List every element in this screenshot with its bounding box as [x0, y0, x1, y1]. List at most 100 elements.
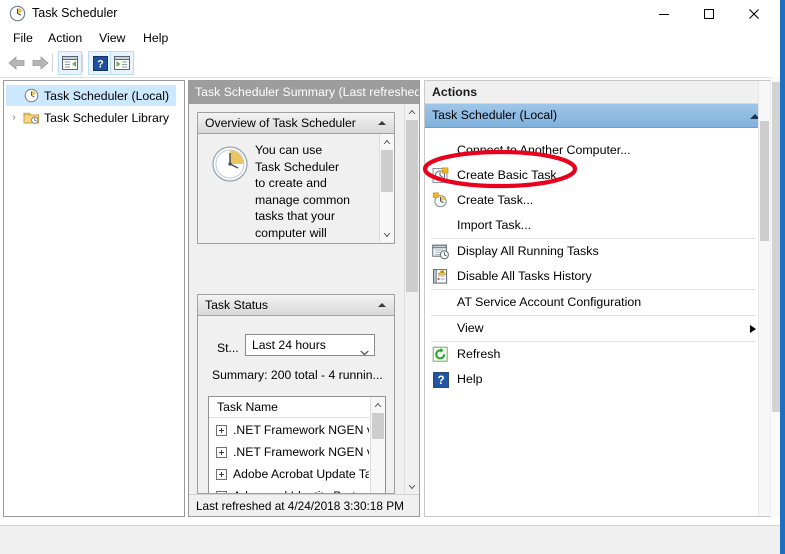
back-button[interactable]	[5, 51, 29, 75]
svg-text:?: ?	[97, 58, 104, 70]
action-refresh[interactable]: Refresh	[425, 342, 770, 367]
task-list-scrollbar[interactable]	[370, 397, 385, 493]
collapse-arrow-icon[interactable]	[378, 303, 386, 307]
overview-scrollbar[interactable]	[379, 134, 394, 242]
task-name-list[interactable]: Task Name .NET Framework NGEN v4 .NET Fr…	[208, 396, 386, 493]
action-label: Create Basic Task...	[457, 168, 567, 182]
scroll-up-icon[interactable]	[371, 397, 385, 412]
expand-plus-icon[interactable]	[216, 446, 227, 458]
action-label: Help	[457, 372, 483, 386]
action-import-task[interactable]: Import Task...	[425, 213, 770, 238]
menu-action[interactable]: Action	[41, 28, 89, 49]
scrollbar-thumb[interactable]	[406, 120, 418, 292]
action-create-task[interactable]: Create Task...	[425, 188, 770, 213]
action-view[interactable]: View	[425, 316, 770, 341]
task-status-group-header[interactable]: Task Status	[197, 294, 395, 316]
show-hide-console-tree-icon	[62, 56, 78, 70]
action-label: View	[457, 321, 484, 335]
scrollbar-thumb[interactable]	[372, 413, 384, 439]
menu-bar: File Action View Help	[0, 28, 780, 49]
minimize-icon	[658, 14, 669, 15]
actions-pane: Actions Task Scheduler (Local) Connect t…	[424, 80, 771, 517]
expand-plus-icon[interactable]	[216, 468, 227, 480]
task-status-group-title: Task Status	[205, 298, 268, 312]
action-help[interactable]: ? Help	[425, 367, 770, 392]
svg-text:?: ?	[437, 375, 444, 387]
task-name: .NET Framework NGEN v4	[233, 423, 369, 437]
clock-icon	[9, 5, 26, 22]
overview-group-header[interactable]: Overview of Task Scheduler	[197, 112, 395, 134]
sidebar-item-label: Task Scheduler Library	[44, 110, 170, 125]
toolbar-separator-2	[82, 54, 83, 72]
action-at-service-account-configuration[interactable]: AT Service Account Configuration	[425, 290, 770, 315]
forward-arrow-icon	[32, 56, 49, 70]
show-hide-action-pane-button[interactable]	[110, 51, 134, 75]
close-icon	[748, 9, 759, 19]
window-title: Task Scheduler	[32, 6, 118, 20]
last-refreshed-status: Last refreshed at 4/24/2018 3:30:18 PM	[189, 494, 419, 516]
display-running-tasks-icon	[432, 243, 449, 260]
scroll-down-icon[interactable]	[380, 227, 394, 242]
menu-help[interactable]: Help	[136, 28, 175, 49]
help-icon: ?	[432, 371, 449, 388]
summary-scrollbar[interactable]	[404, 104, 419, 494]
table-row[interactable]: .NET Framework NGEN v4	[209, 442, 369, 462]
table-row[interactable]: .NET Framework NGEN v4	[209, 420, 369, 440]
task-status-group-body: St... Last 24 hours Summary: 200 total -…	[197, 316, 395, 494]
maximize-button[interactable]	[686, 0, 731, 28]
summary-pane-body: Overview of Task Scheduler You can use T…	[189, 104, 419, 494]
scrollbar-thumb[interactable]	[760, 121, 769, 241]
sidebar-item-task-scheduler-local[interactable]: Task Scheduler (Local)	[6, 85, 176, 106]
console-tree-pane: Task Scheduler (Local) › Task Scheduler …	[3, 80, 185, 517]
sidebar-item-label: Task Scheduler (Local)	[44, 88, 170, 103]
sidebar-item-task-scheduler-library[interactable]: › Task Scheduler Library	[6, 107, 169, 128]
chevron-down-icon[interactable]	[360, 342, 369, 355]
summary-pane-header: Task Scheduler Summary (Last refreshed: …	[189, 81, 419, 104]
create-basic-task-icon	[432, 167, 449, 184]
table-row[interactable]: Adobe Acrobat Update Ta	[209, 464, 369, 484]
forward-button[interactable]	[28, 51, 52, 75]
action-label: Create Task...	[457, 193, 534, 207]
window-scrollbar[interactable]	[770, 77, 780, 517]
window-border-right	[780, 0, 785, 554]
help-button[interactable]: ?	[88, 51, 112, 75]
disable-tasks-history-icon	[432, 268, 449, 285]
actions-pane-title: Actions	[425, 81, 770, 104]
create-task-icon	[432, 192, 449, 209]
status-period-select[interactable]: Last 24 hours	[245, 334, 375, 356]
scroll-down-icon[interactable]	[405, 479, 419, 494]
back-arrow-icon	[8, 56, 25, 70]
minimize-button[interactable]	[641, 0, 686, 28]
action-label: Display All Running Tasks	[457, 244, 599, 258]
actions-pane-scrollbar[interactable]	[758, 81, 770, 516]
table-row[interactable]: Advanced Identity Protec	[209, 486, 369, 493]
refresh-icon	[432, 346, 449, 363]
scroll-up-icon[interactable]	[380, 134, 394, 149]
actions-group-task-scheduler-local[interactable]: Task Scheduler (Local)	[425, 104, 770, 128]
task-name: .NET Framework NGEN v4	[233, 445, 369, 459]
toolbar-separator-1	[52, 54, 53, 72]
expand-plus-icon[interactable]	[216, 424, 227, 436]
action-connect-to-another-computer[interactable]: Connect to Another Computer...	[425, 138, 770, 163]
close-button[interactable]	[731, 0, 776, 28]
scrollbar-thumb[interactable]	[772, 82, 780, 412]
collapse-arrow-icon[interactable]	[378, 121, 386, 125]
status-bar	[0, 525, 780, 554]
task-name-column-header[interactable]: Task Name	[209, 397, 385, 418]
menu-file[interactable]: File	[6, 28, 40, 49]
action-create-basic-task[interactable]: Create Basic Task...	[425, 163, 770, 188]
chevron-right-icon[interactable]: ›	[6, 112, 22, 123]
overview-group-title: Overview of Task Scheduler	[205, 116, 356, 130]
action-display-all-running-tasks[interactable]: Display All Running Tasks	[425, 239, 770, 264]
overview-group-body: You can use Task Scheduler to create and…	[197, 134, 395, 244]
show-hide-console-tree-button[interactable]	[58, 51, 82, 75]
chevron-right-icon[interactable]	[750, 325, 756, 333]
task-summary-text: Summary: 200 total - 4 runnin...	[212, 368, 383, 382]
task-name: Adobe Acrobat Update Ta	[233, 467, 369, 481]
scrollbar-thumb[interactable]	[381, 150, 393, 192]
menu-view[interactable]: View	[92, 28, 132, 49]
action-disable-all-tasks-history[interactable]: Disable All Tasks History	[425, 264, 770, 289]
help-icon: ?	[92, 55, 108, 71]
clock-icon	[22, 88, 40, 103]
scroll-up-icon[interactable]	[405, 104, 419, 119]
